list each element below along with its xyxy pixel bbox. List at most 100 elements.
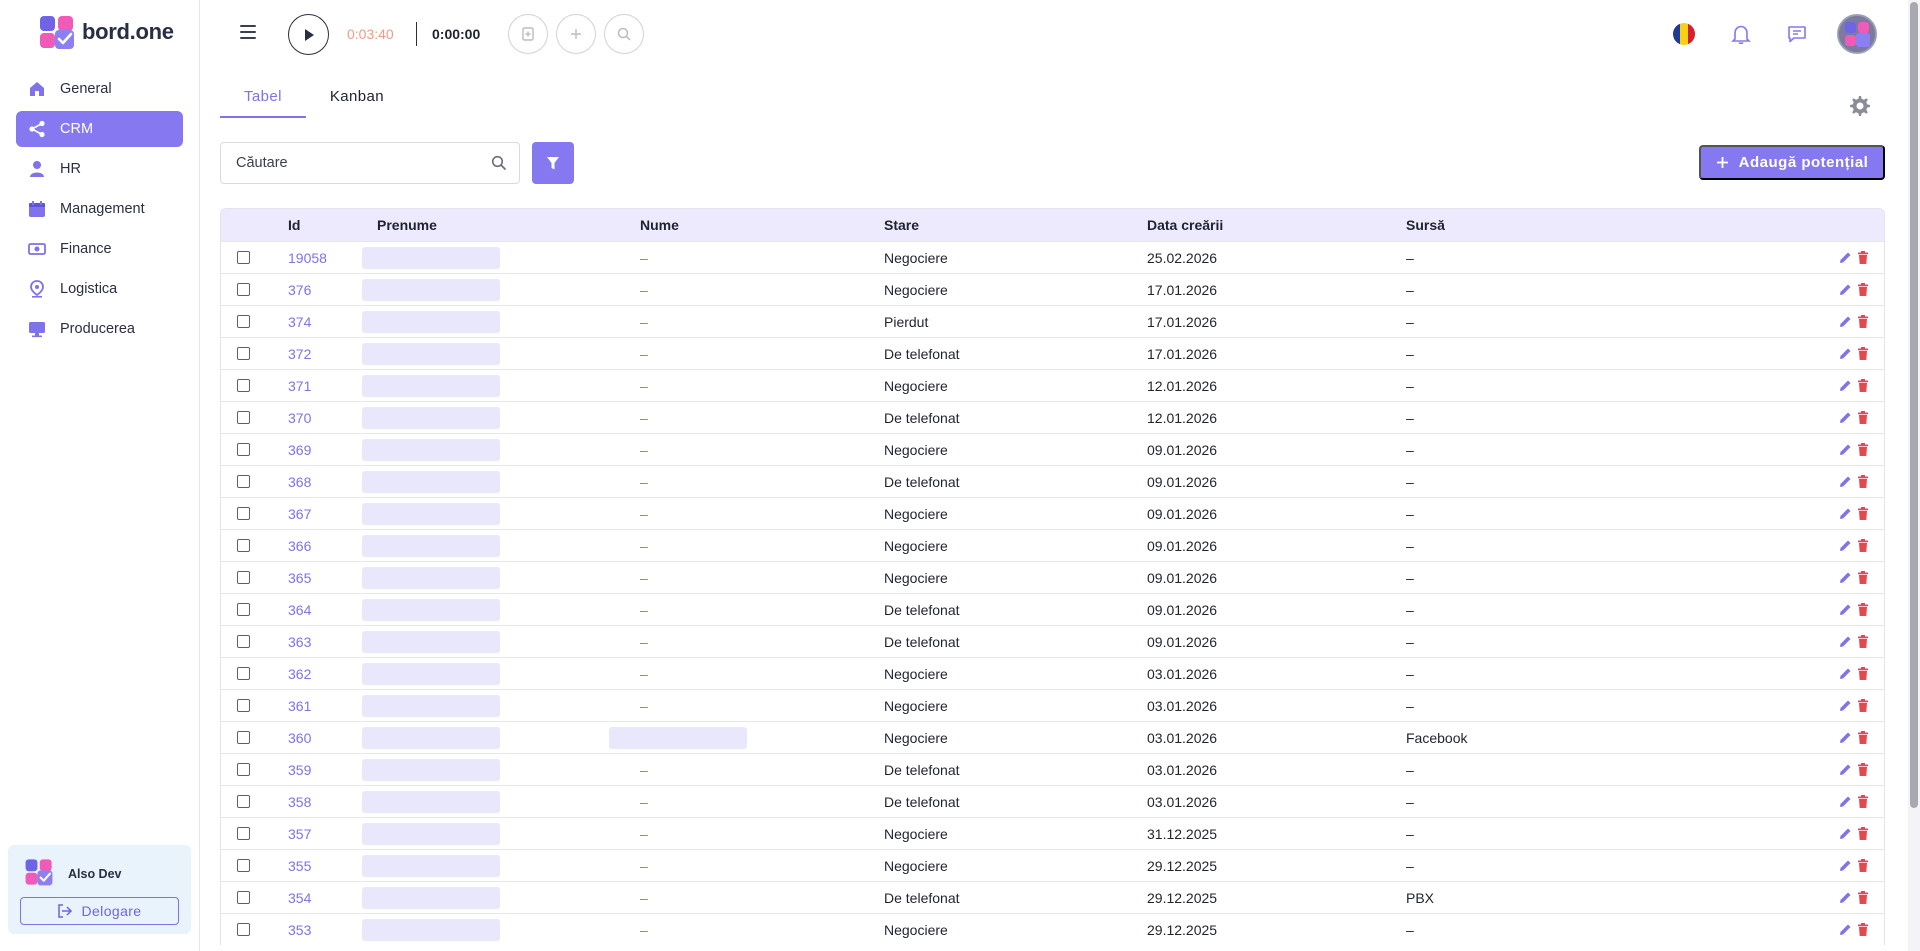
edit-icon[interactable] [1838, 251, 1852, 265]
lead-id-link[interactable]: 358 [288, 794, 311, 810]
lead-id-link[interactable]: 365 [288, 570, 311, 586]
logout-button[interactable]: Delogare [20, 897, 179, 925]
lead-id-link[interactable]: 363 [288, 634, 311, 650]
column-header-data[interactable]: Data creării [1147, 217, 1406, 233]
nume-cell-text[interactable]: – [640, 890, 648, 906]
row-checkbox[interactable] [237, 699, 250, 712]
search-input[interactable] [236, 155, 491, 171]
trash-icon[interactable] [1856, 795, 1870, 809]
lead-id-link[interactable]: 355 [288, 858, 311, 874]
trash-icon[interactable] [1856, 251, 1870, 265]
lead-id-link[interactable]: 371 [288, 378, 311, 394]
row-checkbox[interactable] [237, 827, 250, 840]
sidebar-item-general[interactable]: General [16, 71, 183, 107]
add-document-button[interactable] [508, 14, 548, 54]
sidebar-item-crm[interactable]: CRM [16, 111, 183, 147]
trash-icon[interactable] [1856, 635, 1870, 649]
trash-icon[interactable] [1856, 443, 1870, 457]
trash-icon[interactable] [1856, 667, 1870, 681]
lead-id-link[interactable]: 368 [288, 474, 311, 490]
row-checkbox[interactable] [237, 347, 250, 360]
lead-id-link[interactable]: 367 [288, 506, 311, 522]
table-row[interactable]: 366 – Negociere 09.01.2026 – [221, 529, 1884, 561]
tab-tabel[interactable]: Tabel [220, 88, 306, 118]
nume-cell-text[interactable]: – [640, 282, 648, 298]
edit-icon[interactable] [1838, 859, 1852, 873]
nume-cell-text[interactable]: – [640, 858, 648, 874]
table-row[interactable]: 369 – Negociere 09.01.2026 – [221, 433, 1884, 465]
table-row[interactable]: 358 – De telefonat 03.01.2026 – [221, 785, 1884, 817]
table-row[interactable]: 359 – De telefonat 03.01.2026 – [221, 753, 1884, 785]
trash-icon[interactable] [1856, 763, 1870, 777]
trash-icon[interactable] [1856, 475, 1870, 489]
edit-icon[interactable] [1838, 539, 1852, 553]
nume-cell-text[interactable]: – [640, 826, 648, 842]
edit-icon[interactable] [1838, 475, 1852, 489]
row-checkbox[interactable] [237, 379, 250, 392]
lead-id-link[interactable]: 354 [288, 890, 311, 906]
table-row[interactable]: 364 – De telefonat 09.01.2026 – [221, 593, 1884, 625]
lead-id-link[interactable]: 362 [288, 666, 311, 682]
menu-icon[interactable] [240, 25, 256, 39]
table-row[interactable]: 363 – De telefonat 09.01.2026 – [221, 625, 1884, 657]
edit-icon[interactable] [1838, 347, 1852, 361]
column-header-nume[interactable]: Nume [640, 217, 884, 233]
nume-cell-text[interactable]: – [640, 346, 648, 362]
edit-icon[interactable] [1838, 315, 1852, 329]
edit-icon[interactable] [1838, 603, 1852, 617]
edit-icon[interactable] [1838, 763, 1852, 777]
nume-cell-text[interactable]: – [640, 474, 648, 490]
row-checkbox[interactable] [237, 507, 250, 520]
lead-id-link[interactable]: 360 [288, 730, 311, 746]
trash-icon[interactable] [1856, 859, 1870, 873]
row-checkbox[interactable] [237, 859, 250, 872]
nume-cell-text[interactable]: – [640, 506, 648, 522]
row-checkbox[interactable] [237, 411, 250, 424]
trash-icon[interactable] [1856, 283, 1870, 297]
row-checkbox[interactable] [237, 763, 250, 776]
row-checkbox[interactable] [237, 667, 250, 680]
row-checkbox[interactable] [237, 539, 250, 552]
nume-cell-text[interactable]: – [640, 762, 648, 778]
lead-id-link[interactable]: 366 [288, 538, 311, 554]
trash-icon[interactable] [1856, 539, 1870, 553]
nume-cell-text[interactable]: – [640, 570, 648, 586]
row-checkbox[interactable] [237, 315, 250, 328]
table-row[interactable]: 372 – De telefonat 17.01.2026 – [221, 337, 1884, 369]
table-row[interactable]: 376 – Negociere 17.01.2026 – [221, 273, 1884, 305]
nume-cell-text[interactable]: – [640, 922, 648, 938]
sidebar-item-hr[interactable]: HR [16, 151, 183, 187]
edit-icon[interactable] [1838, 699, 1852, 713]
lead-id-link[interactable]: 374 [288, 314, 311, 330]
table-row[interactable]: 354 – De telefonat 29.12.2025 PBX [221, 881, 1884, 913]
lead-id-link[interactable]: 359 [288, 762, 311, 778]
language-flag-icon[interactable] [1673, 23, 1695, 45]
lead-id-link[interactable]: 372 [288, 346, 311, 362]
edit-icon[interactable] [1838, 571, 1852, 585]
edit-icon[interactable] [1838, 379, 1852, 393]
nume-cell-text[interactable]: – [640, 250, 648, 266]
lead-id-link[interactable]: 353 [288, 922, 311, 938]
nume-cell-text[interactable]: – [640, 442, 648, 458]
add-button[interactable] [556, 14, 596, 54]
row-checkbox[interactable] [237, 635, 250, 648]
row-checkbox[interactable] [237, 923, 250, 936]
row-checkbox[interactable] [237, 443, 250, 456]
edit-icon[interactable] [1838, 443, 1852, 457]
row-checkbox[interactable] [237, 891, 250, 904]
table-row[interactable]: 353 – Negociere 29.12.2025 – [221, 913, 1884, 945]
sidebar-item-finance[interactable]: Finance [16, 231, 183, 267]
sidebar-item-management[interactable]: Management [16, 191, 183, 227]
nume-cell-text[interactable]: – [640, 602, 648, 618]
nume-cell-text[interactable]: – [640, 698, 648, 714]
trash-icon[interactable] [1856, 603, 1870, 617]
search-field[interactable] [220, 142, 520, 184]
edit-icon[interactable] [1838, 507, 1852, 521]
trash-icon[interactable] [1856, 731, 1870, 745]
table-row[interactable]: 367 – Negociere 09.01.2026 – [221, 497, 1884, 529]
trash-icon[interactable] [1856, 891, 1870, 905]
table-row[interactable]: 355 – Negociere 29.12.2025 – [221, 849, 1884, 881]
nume-cell-text[interactable]: – [640, 314, 648, 330]
edit-icon[interactable] [1838, 667, 1852, 681]
column-header-id[interactable]: Id [288, 217, 360, 233]
